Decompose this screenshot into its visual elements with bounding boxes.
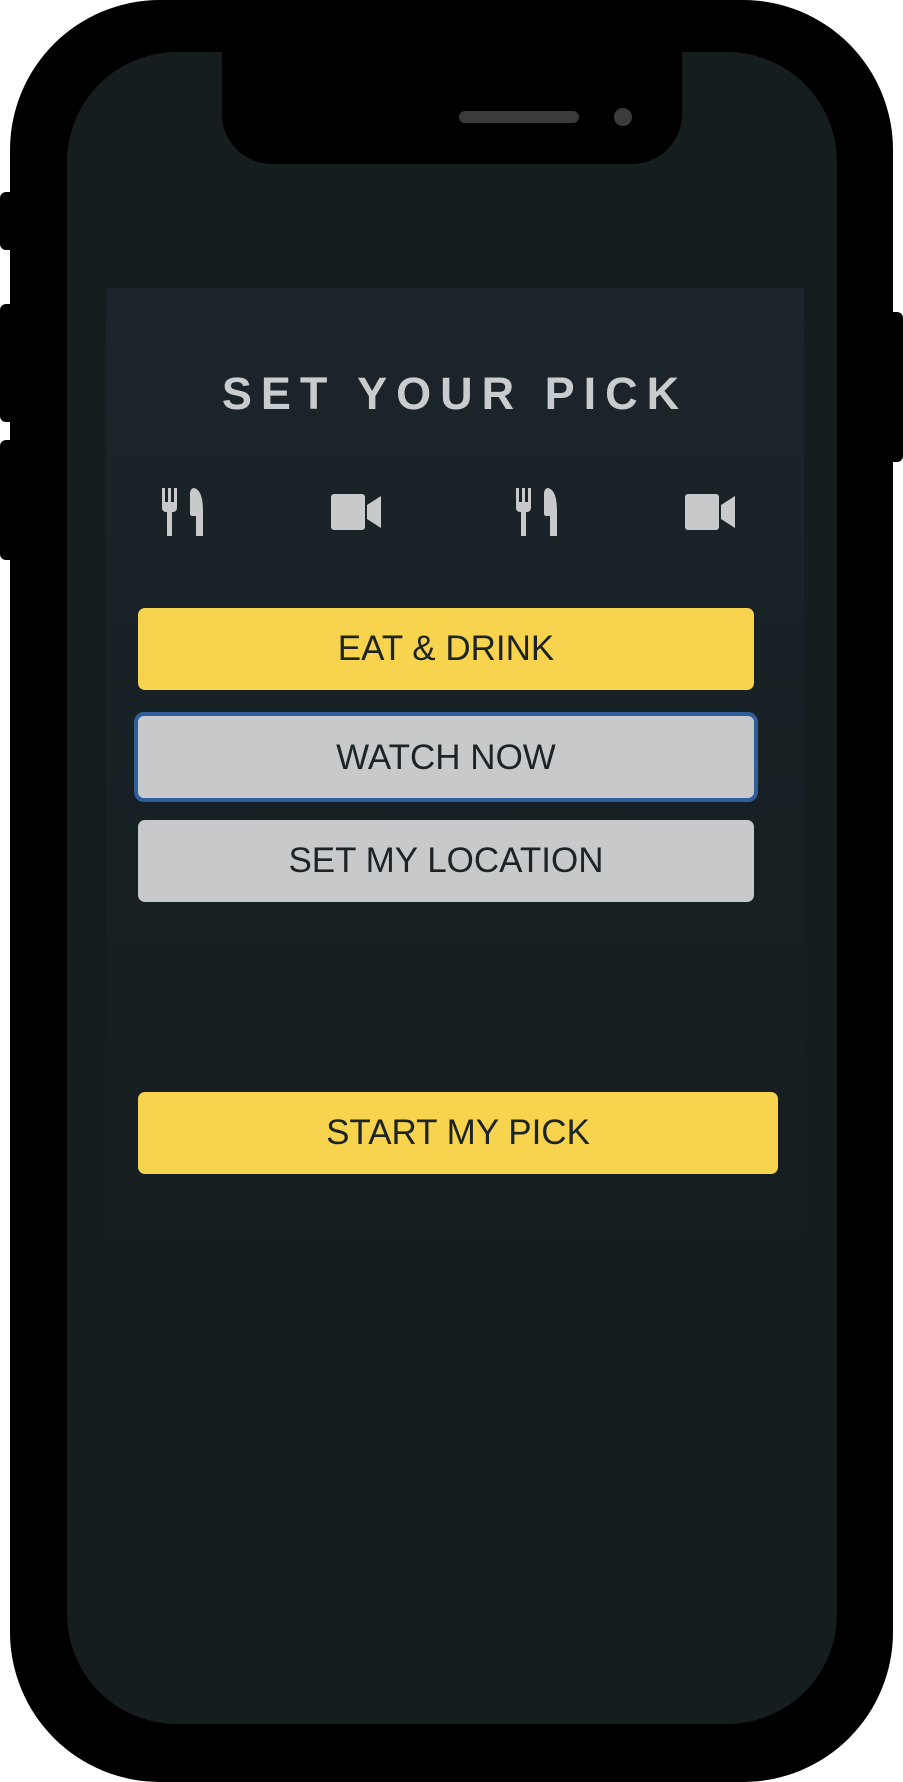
front-camera — [614, 108, 632, 126]
volume-up-button — [0, 304, 18, 422]
power-button — [885, 312, 903, 462]
fork-knife-icon[interactable] — [508, 484, 564, 540]
mute-switch — [0, 192, 18, 250]
video-camera-icon[interactable] — [682, 484, 738, 540]
set-location-button[interactable]: SET MY LOCATION — [138, 820, 754, 902]
fork-knife-icon[interactable] — [154, 484, 210, 540]
volume-down-button — [0, 440, 18, 560]
start-pick-button[interactable]: START MY PICK — [138, 1092, 778, 1174]
speaker-grille — [459, 111, 579, 123]
notch — [222, 52, 682, 164]
video-camera-icon[interactable] — [328, 484, 384, 540]
watch-now-button[interactable]: WATCH NOW — [134, 712, 758, 802]
page-title: SET YOUR PICK — [221, 368, 689, 419]
app-panel: SET YOUR PICK EAT & DRINK WATCH NOW SET … — [106, 288, 804, 1288]
eat-drink-button[interactable]: EAT & DRINK — [138, 608, 754, 690]
